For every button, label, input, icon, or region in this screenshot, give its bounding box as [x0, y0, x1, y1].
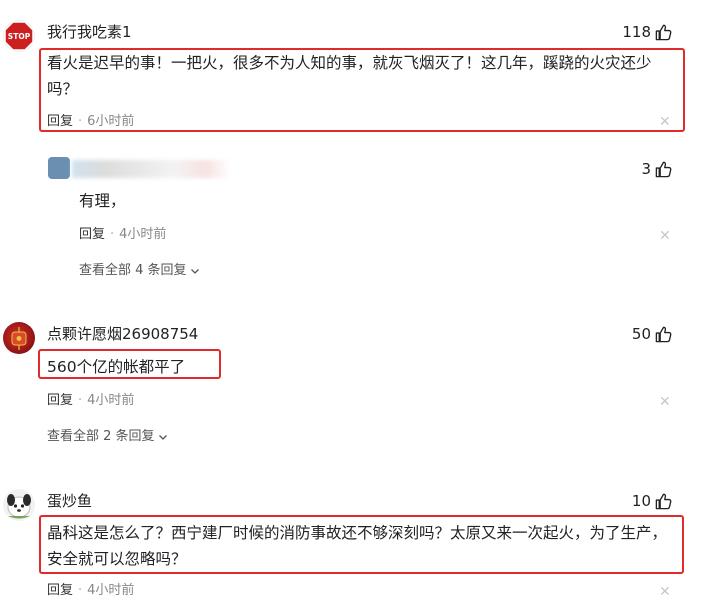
- close-icon[interactable]: ✕: [659, 585, 671, 599]
- comment-meta: 回复 · 4小时前: [47, 583, 135, 598]
- reply-text: 有理，: [79, 192, 126, 210]
- comment-timestamp: 6小时前: [87, 114, 135, 129]
- comment-text: 晶科这是怎么了？西宁建厂时候的消防事故还不够深刻吗？太原又来一次起火，为了生产，…: [47, 524, 668, 568]
- comment-username[interactable]: 我行我吃素1: [47, 22, 132, 42]
- reply-button[interactable]: 回复: [47, 583, 73, 598]
- like-count: 3: [641, 160, 651, 178]
- user-avatar[interactable]: [3, 489, 35, 521]
- reply-button[interactable]: 回复: [79, 227, 105, 242]
- comment-text: 560个亿的帐都平了: [47, 358, 186, 376]
- thumbs-up-icon: [655, 24, 672, 40]
- reply-timestamp: 4小时前: [119, 227, 167, 242]
- view-all-replies-link[interactable]: 查看全部 2 条回复: [47, 428, 168, 446]
- close-icon[interactable]: ✕: [659, 395, 671, 409]
- comment-meta: 回复 · 6小时前: [47, 114, 135, 129]
- comment-username[interactable]: 蛋炒鱼: [47, 491, 92, 511]
- comment-text: 看火是迟早的事！一把火，很多不为人知的事，就灰飞烟灭了！这几年，蹊跷的火灾还少吗…: [47, 54, 652, 98]
- reply-username-blurred: [72, 160, 230, 178]
- user-avatar[interactable]: [3, 322, 35, 354]
- view-all-replies-link[interactable]: 查看全部 4 条回复: [79, 262, 200, 280]
- like-button[interactable]: 118: [622, 22, 673, 42]
- comment-timestamp: 4小时前: [87, 583, 135, 598]
- user-avatar-stop[interactable]: STOP: [3, 20, 35, 52]
- comment-timestamp: 4小时前: [87, 393, 135, 408]
- reply-meta: 回复 · 4小时前: [79, 227, 167, 242]
- chevron-down-icon: [190, 269, 199, 274]
- thumbs-up-icon: [655, 493, 672, 509]
- like-button[interactable]: 3: [641, 159, 673, 179]
- comment-meta: 回复 · 4小时前: [47, 393, 135, 408]
- like-count: 118: [622, 23, 651, 41]
- thumbs-up-icon: [655, 161, 672, 177]
- reply-button[interactable]: 回复: [47, 393, 73, 408]
- svg-text:STOP: STOP: [8, 32, 31, 41]
- stop-sign-icon: STOP: [4, 21, 34, 51]
- thumbs-up-icon: [655, 326, 672, 342]
- like-button[interactable]: 10: [632, 491, 673, 511]
- like-button[interactable]: 50: [632, 324, 673, 344]
- close-icon[interactable]: ✕: [659, 115, 671, 129]
- view-all-label: 查看全部 2 条回复: [47, 429, 155, 444]
- lantern-avatar-icon: [11, 327, 27, 350]
- close-icon[interactable]: ✕: [659, 229, 671, 243]
- comment-thread: STOP 我行我吃素1 118 看火是迟早的事！一把火，很多不为人知的事，就灰飞…: [0, 0, 702, 612]
- reply-avatar[interactable]: [48, 157, 70, 179]
- comment-username[interactable]: 点颗许愿烟26908754: [47, 324, 198, 344]
- like-count: 50: [631, 325, 651, 343]
- like-count: 10: [631, 492, 651, 510]
- reply-button[interactable]: 回复: [47, 114, 73, 129]
- view-all-label: 查看全部 4 条回复: [79, 263, 187, 278]
- puppy-avatar-icon: [7, 494, 31, 519]
- chevron-down-icon: [158, 435, 167, 440]
